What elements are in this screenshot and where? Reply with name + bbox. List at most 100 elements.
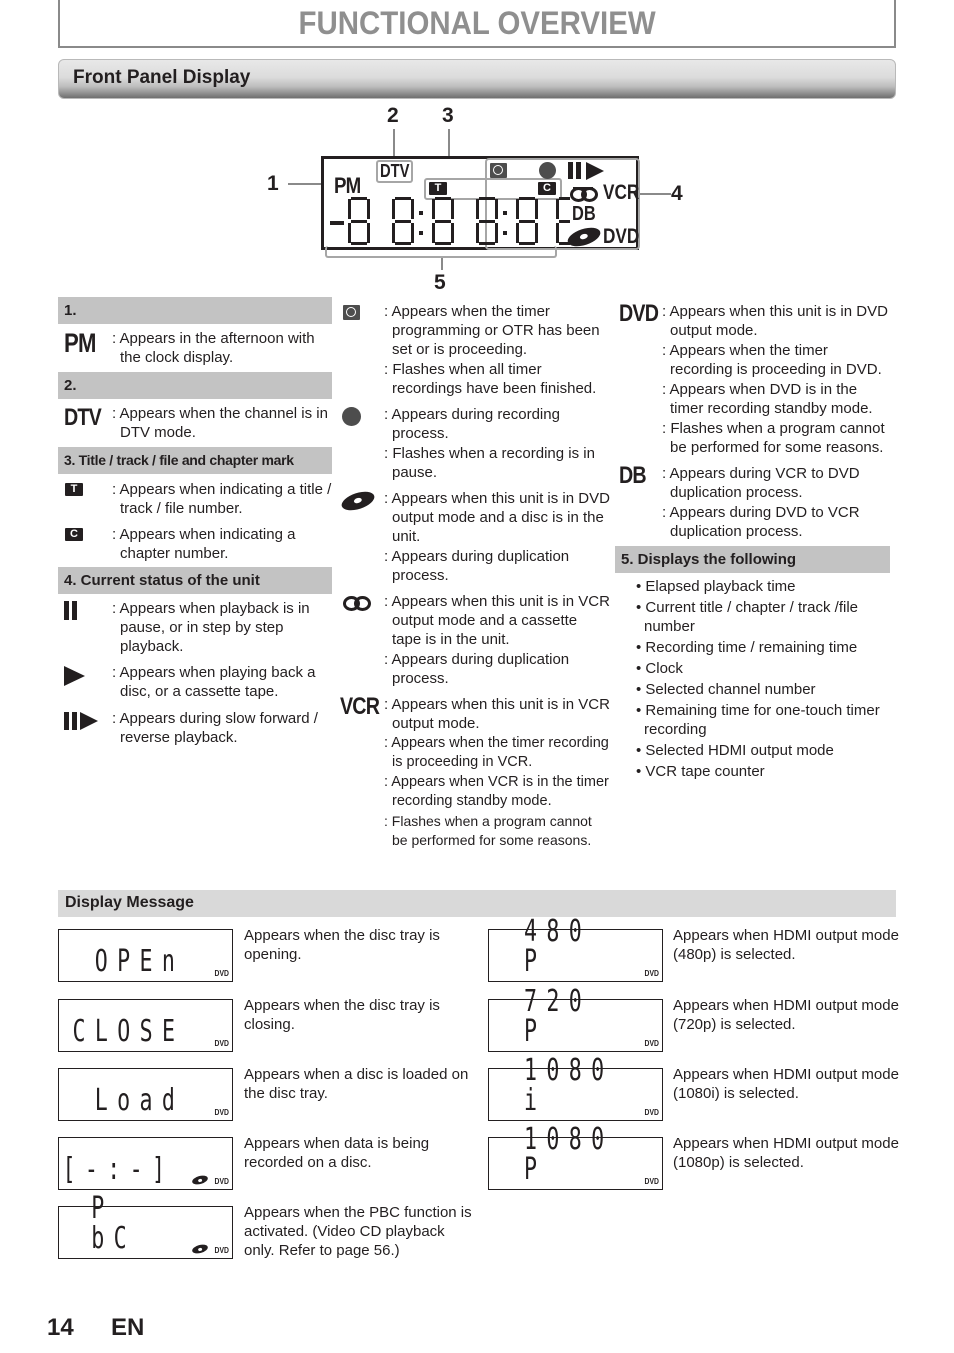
leader-line-5 xyxy=(441,258,443,270)
chapter-mark-desc: : Appears when indicating a chapter numb… xyxy=(112,525,332,563)
entry-pm: PM : Appears in the afternoon with the c… xyxy=(58,329,332,369)
entry-play: : Appears when playing back a disc, or a… xyxy=(58,663,332,703)
display-message-description: Appears when the PBC function is activat… xyxy=(244,1204,472,1259)
disc-icon xyxy=(191,1174,209,1186)
disc-icon xyxy=(339,488,377,514)
dtv-label-icon: DTV xyxy=(64,404,102,431)
entry-db: DB : Appears during VCR to DVD duplicati… xyxy=(618,464,890,541)
callout-5: 5 xyxy=(434,271,446,294)
display-message-segment-text: [-:-] xyxy=(62,1152,174,1187)
lcd-segment xyxy=(392,223,395,243)
disc-icon xyxy=(191,1243,209,1255)
front-panel-diagram: 2 3 1 4 5 PM DTV T C VCR DB DVD xyxy=(255,100,695,300)
header-4: 4. Current status of the unit xyxy=(58,567,332,594)
lcd-segment xyxy=(395,220,411,223)
entry-slow-play: : Appears during slow forward / reverse … xyxy=(58,709,332,749)
lcd-segment xyxy=(519,242,535,245)
display-message-description: Appears when the disc tray is closing. xyxy=(244,997,440,1033)
leader-line-4 xyxy=(639,193,671,195)
desc-line: : Flashes when a program cannot be perfo… xyxy=(662,420,885,456)
lcd-segment xyxy=(330,221,344,225)
dvd-indicator: DVD xyxy=(214,969,229,978)
lcd-segment xyxy=(516,199,519,219)
lcd-segment xyxy=(451,223,454,243)
language-label: EN xyxy=(111,1314,145,1341)
slow-pause-icon xyxy=(64,712,78,730)
display-message-description: Appears when data is being recorded on a… xyxy=(244,1135,430,1171)
display-message-box: 720 P DVD xyxy=(488,987,663,1052)
desc-line: : Appears during duplication process. xyxy=(384,548,570,584)
desc-line: : Flashes when a recording is in pause. xyxy=(384,445,595,481)
header-5: 5. Displays the following xyxy=(615,546,890,573)
list-item: • Elapsed playback time xyxy=(636,578,796,595)
desc-line: : Appears when the timer recording is pr… xyxy=(384,735,609,770)
db-label-icon: DB xyxy=(619,462,647,489)
lcd-segment xyxy=(479,197,495,200)
callout-1: 1 xyxy=(267,172,279,195)
display-message-segment-text: CLOSE xyxy=(72,1014,184,1049)
page-number: 14 xyxy=(47,1314,74,1341)
section-title: Front Panel Display xyxy=(73,67,251,88)
desc-line: : Appears when the timer programming or … xyxy=(384,303,600,358)
lcd-segment xyxy=(432,223,435,243)
lcd-segment xyxy=(367,223,370,243)
entry-vcr: VCR : Appears when this unit is in VCR o… xyxy=(340,695,610,850)
entry-dtv: DTV : Appears when the channel is in DTV… xyxy=(58,404,332,444)
display-message-box: OPEn DVD xyxy=(58,929,233,982)
display-message-segment-text: OPEn xyxy=(94,944,184,979)
pause-desc: : Appears when playback is in pause, or … xyxy=(112,599,332,656)
display-message-description: Appears when HDMI output mode (720p) is … xyxy=(673,997,899,1033)
desc-line: : Appears when the timer recording is pr… xyxy=(662,342,882,378)
tape-desc: : Appears when this unit is in VCR outpu… xyxy=(384,592,610,688)
play-desc: : Appears when playing back a disc, or a… xyxy=(112,663,332,701)
display-message-box: CLOSE DVD xyxy=(58,999,233,1052)
record-dot-icon xyxy=(539,162,556,179)
dvd-indicator: DVD xyxy=(644,1039,659,1048)
display-message-box: 1080 i DVD xyxy=(488,1056,663,1121)
pause-icon xyxy=(568,162,582,179)
list-item: • Recording time / remaining time xyxy=(636,639,858,656)
title-mark-desc: : Appears when indicating a title / trac… xyxy=(112,480,332,518)
lcd-segment xyxy=(351,220,367,223)
desc-line: : Appears when this unit is in DVD outpu… xyxy=(384,490,610,545)
callout-2: 2 xyxy=(387,104,399,127)
db-indicator: DB xyxy=(572,203,596,225)
lcd-segment xyxy=(556,223,559,243)
desc-line: : Appears in the afternoon with the cloc… xyxy=(112,330,315,366)
display-message-segment-text: 1080 P xyxy=(524,1122,614,1187)
lcd-segment xyxy=(503,231,507,235)
lcd-segment xyxy=(476,199,479,219)
list-item: • Selected channel number xyxy=(636,681,816,698)
desc-line: : Appears when VCR is in the timer recor… xyxy=(384,774,609,809)
lcd-segment xyxy=(559,220,570,223)
lcd-segment xyxy=(519,220,535,223)
vcr-label-icon: VCR xyxy=(340,693,380,720)
chapter-mark-icon: C xyxy=(65,528,83,541)
lcd-segment xyxy=(479,242,495,245)
digits-bracket xyxy=(325,246,557,258)
play-icon xyxy=(64,666,85,686)
display-message-description: Appears when HDMI output mode (1080p) is… xyxy=(673,1135,899,1171)
entry-dvd: DVD : Appears when this unit is in DVD o… xyxy=(618,302,890,457)
disc-desc: : Appears when this unit is in DVD outpu… xyxy=(384,489,610,585)
lcd-segment xyxy=(535,199,538,219)
lcd-segment xyxy=(495,199,498,219)
pause-icon xyxy=(64,601,78,620)
dvd-indicator: DVD xyxy=(644,1108,659,1117)
display-message-box: [-:-] DVD xyxy=(58,1137,233,1190)
entry-disc: : Appears when this unit is in DVD outpu… xyxy=(339,488,610,585)
lcd-segment xyxy=(516,223,519,243)
lcd-segment xyxy=(351,242,367,245)
desc-line: : Appears when this unit is in VCR outpu… xyxy=(384,593,610,648)
desc-line: : Appears when this unit is in DVD outpu… xyxy=(662,303,888,339)
clock-icon xyxy=(343,305,360,320)
header-2: 2. xyxy=(58,372,332,399)
entry-chapter-mark: C : Appears when indicating a chapter nu… xyxy=(58,525,332,565)
lcd-segment xyxy=(411,199,414,219)
timer-desc: : Appears when the timer programming or … xyxy=(384,302,610,398)
lcd-segment xyxy=(395,242,411,245)
lcd-segment xyxy=(451,199,454,219)
lcd-segment xyxy=(348,223,351,243)
pm-indicator: PM xyxy=(334,173,361,198)
display-message-box: 480 P DVD xyxy=(488,917,663,982)
